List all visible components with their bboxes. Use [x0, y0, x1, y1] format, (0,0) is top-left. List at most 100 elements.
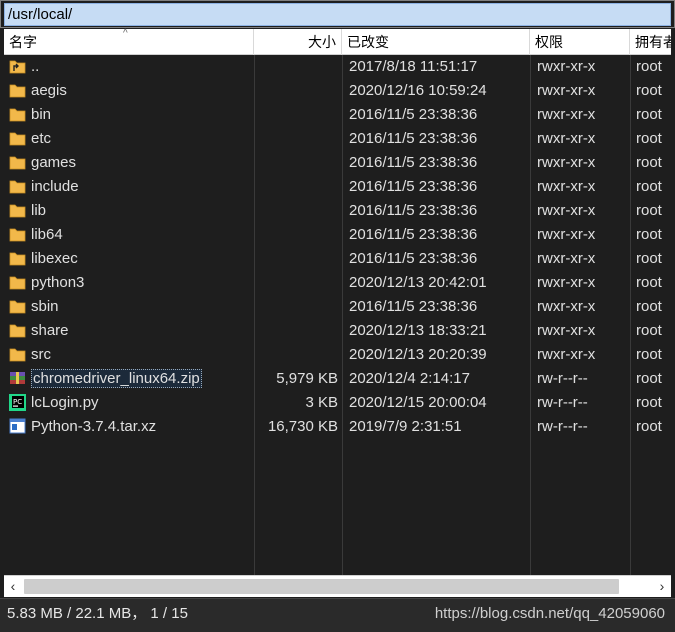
file-name: src — [31, 346, 51, 364]
file-row[interactable]: games 2016/11/5 23:38:36 rwxr-xr-x root — [4, 151, 671, 175]
file-name: bin — [31, 106, 52, 124]
column-owner-label: 拥有者 — [635, 34, 671, 50]
file-modified: 2020/12/15 20:00:04 — [349, 394, 487, 411]
file-name: etc — [31, 130, 52, 148]
column-permissions-header[interactable]: 权限 — [530, 29, 630, 55]
folder-icon — [9, 153, 26, 171]
file-size — [254, 175, 338, 199]
file-name: python3 — [31, 274, 85, 292]
file-name-cell: share — [9, 319, 254, 343]
file-row[interactable]: lib64 2016/11/5 23:38:36 rwxr-xr-x root — [4, 223, 671, 247]
file-permissions: rwxr-xr-x — [537, 154, 596, 171]
file-owner: root — [636, 154, 662, 171]
file-owner: root — [636, 274, 662, 291]
watermark: https://blog.csdn.net/qq_42059060 — [434, 605, 665, 622]
path-input[interactable]: /usr/local/ — [4, 3, 671, 26]
file-permissions: rw-r--r-- — [537, 394, 588, 411]
scroll-left-icon[interactable]: ‹ — [4, 576, 22, 597]
file-owner: root — [636, 250, 662, 267]
file-modified: 2019/7/9 2:31:51 — [349, 418, 462, 435]
file-name-cell: lib — [9, 199, 254, 223]
file-list: .. 2017/8/18 11:51:17 rwxr-xr-x root aegis 20… — [4, 55, 671, 575]
file-modified: 2017/8/18 11:51:17 — [349, 58, 478, 75]
file-name: include — [31, 178, 79, 196]
file-name: games — [31, 154, 77, 172]
file-modified: 2016/11/5 23:38:36 — [349, 130, 478, 147]
file-row[interactable]: sbin 2016/11/5 23:38:36 rwxr-xr-x root — [4, 295, 671, 319]
file-name-cell: Python-3.7.4.tar.xz — [9, 415, 254, 439]
file-permissions: rwxr-xr-x — [537, 250, 596, 267]
file-row[interactable]: include 2016/11/5 23:38:36 rwxr-xr-x root — [4, 175, 671, 199]
file-name: lcLogin.py — [31, 394, 99, 412]
file-name-cell: .. — [9, 55, 254, 79]
file-row[interactable]: chromedriver_linux64.zip 5,979 KB 2020/12/… — [4, 367, 671, 391]
file-row[interactable]: PC lcLogin.py 3 KB 2020/12/15 20:00:04 rw-r-… — [4, 391, 671, 415]
folder-icon — [9, 81, 26, 99]
file-row[interactable]: .. 2017/8/18 11:51:17 rwxr-xr-x root — [4, 55, 671, 79]
column-owner-header[interactable]: 拥有者 — [630, 29, 671, 55]
file-modified: 2016/11/5 23:38:36 — [349, 178, 478, 195]
file-size — [254, 127, 338, 151]
file-modified: 2016/11/5 23:38:36 — [349, 226, 478, 243]
column-name-header[interactable]: 名字 — [4, 29, 254, 55]
file-permissions: rwxr-xr-x — [537, 298, 596, 315]
file-name-cell: sbin — [9, 295, 254, 319]
column-size-header[interactable]: 大小 — [254, 29, 342, 55]
archive-file-icon — [9, 417, 26, 435]
column-name-label: 名字 — [9, 34, 37, 50]
file-name-cell: bin — [9, 103, 254, 127]
file-row[interactable]: share 2020/12/13 18:33:21 rwxr-xr-x root — [4, 319, 671, 343]
column-modified-header[interactable]: 已改变 — [342, 29, 530, 55]
folder-icon — [9, 177, 26, 195]
file-size — [254, 319, 338, 343]
file-permissions: rw-r--r-- — [537, 418, 588, 435]
file-name-cell: chromedriver_linux64.zip — [9, 367, 254, 391]
file-row[interactable]: python3 2020/12/13 20:42:01 rwxr-xr-x root — [4, 271, 671, 295]
sort-ascending-icon: ^ — [123, 28, 128, 39]
svg-text:PC: PC — [13, 398, 22, 406]
file-owner: root — [636, 58, 662, 75]
column-size-label: 大小 — [308, 34, 336, 50]
file-row[interactable]: Python-3.7.4.tar.xz 16,730 KB 2019/7/9 2:3… — [4, 415, 671, 439]
file-name: lib — [31, 202, 47, 220]
file-row[interactable]: lib 2016/11/5 23:38:36 rwxr-xr-x root — [4, 199, 671, 223]
file-owner: root — [636, 370, 662, 387]
file-size: 16,730 KB — [267, 418, 338, 435]
file-owner: root — [636, 298, 662, 315]
file-size: 5,979 KB — [276, 370, 338, 387]
zip-archive-icon — [9, 369, 26, 387]
file-size — [254, 343, 338, 367]
folder-icon — [9, 249, 26, 267]
file-row[interactable]: aegis 2020/12/16 10:59:24 rwxr-xr-x root — [4, 79, 671, 103]
file-modified: 2020/12/13 20:20:39 — [349, 346, 487, 363]
scrollbar-thumb[interactable] — [24, 579, 619, 594]
file-name: lib64 — [31, 226, 63, 244]
file-name: .. — [31, 58, 40, 76]
file-name: sbin — [31, 298, 59, 316]
file-owner: root — [636, 418, 662, 435]
file-row[interactable]: etc 2016/11/5 23:38:36 rwxr-xr-x root — [4, 127, 671, 151]
file-owner: root — [636, 202, 662, 219]
file-size — [254, 271, 338, 295]
file-name-cell: lib64 — [9, 223, 254, 247]
file-modified: 2016/11/5 23:38:36 — [349, 250, 478, 267]
file-row[interactable]: bin 2016/11/5 23:38:36 rwxr-xr-x root — [4, 103, 671, 127]
file-name-cell: etc — [9, 127, 254, 151]
folder-icon — [9, 129, 26, 147]
file-permissions: rwxr-xr-x — [537, 178, 596, 195]
file-owner: root — [636, 226, 662, 243]
file-row[interactable]: libexec 2016/11/5 23:38:36 rwxr-xr-x root — [4, 247, 671, 271]
file-row[interactable]: src 2020/12/13 20:20:39 rwxr-xr-x root — [4, 343, 671, 367]
file-modified: 2016/11/5 23:38:36 — [349, 154, 478, 171]
file-modified: 2020/12/13 18:33:21 — [349, 322, 487, 339]
file-permissions: rwxr-xr-x — [537, 226, 596, 243]
file-name-cell: libexec — [9, 247, 254, 271]
scroll-right-icon[interactable]: › — [653, 576, 671, 597]
file-size: 3 KB — [305, 394, 338, 411]
folder-icon — [9, 105, 26, 123]
file-size — [254, 151, 338, 175]
file-owner: root — [636, 394, 662, 411]
horizontal-scrollbar[interactable]: ‹ › — [4, 575, 671, 597]
file-modified: 2016/11/5 23:38:36 — [349, 298, 478, 315]
file-permissions: rwxr-xr-x — [537, 274, 596, 291]
